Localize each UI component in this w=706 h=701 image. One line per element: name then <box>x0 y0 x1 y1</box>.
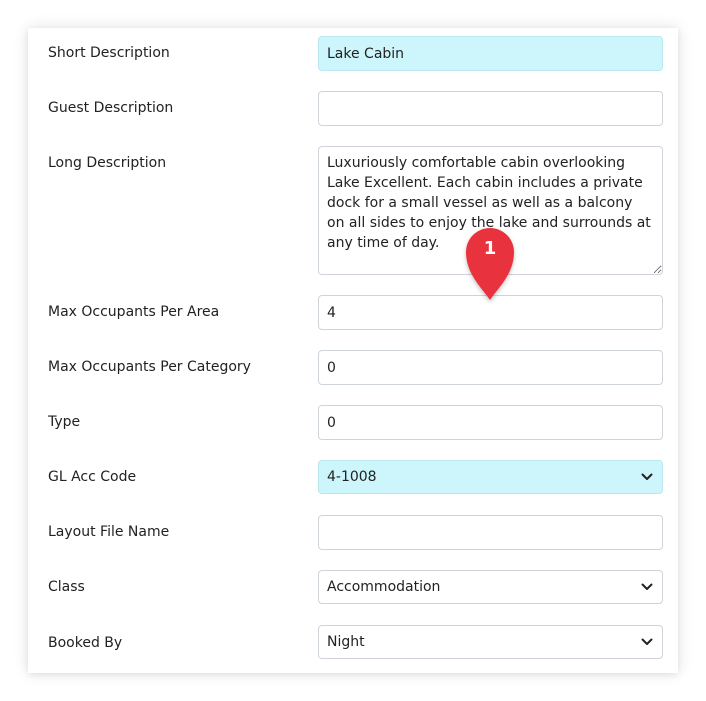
booked-by-value: Night <box>327 634 365 650</box>
class-value: Accommodation <box>327 579 441 595</box>
gl-acc-code-select[interactable]: 4-1008 <box>318 460 663 494</box>
class-label: Class <box>48 579 85 595</box>
short-description-label: Short Description <box>48 45 170 61</box>
guest-description-label: Guest Description <box>48 100 174 116</box>
gl-acc-code-value: 4-1008 <box>327 469 377 485</box>
layout-file-name-input[interactable] <box>318 515 663 550</box>
short-description-input[interactable] <box>318 36 663 71</box>
max-occupants-per-area-label: Max Occupants Per Area <box>48 304 220 320</box>
type-input[interactable] <box>318 405 663 440</box>
booked-by-label: Booked By <box>48 635 123 651</box>
class-select[interactable]: Accommodation <box>318 570 663 604</box>
chevron-down-icon <box>640 635 654 649</box>
gl-acc-code-label: GL Acc Code <box>48 469 137 485</box>
max-occupants-per-category-input[interactable] <box>318 350 663 385</box>
type-label: Type <box>48 414 81 430</box>
long-description-label: Long Description <box>48 155 167 171</box>
map-pin-icon: 1 <box>462 224 518 304</box>
room-type-form: Short Description Guest Description Long… <box>28 28 678 673</box>
layout-file-name-label: Layout File Name <box>48 524 170 540</box>
booked-by-select[interactable]: Night <box>318 625 663 659</box>
max-occupants-per-category-label: Max Occupants Per Category <box>48 359 251 375</box>
chevron-down-icon <box>640 580 654 594</box>
chevron-down-icon <box>640 470 654 484</box>
marker-number: 1 <box>483 238 497 259</box>
guest-description-input[interactable] <box>318 91 663 126</box>
